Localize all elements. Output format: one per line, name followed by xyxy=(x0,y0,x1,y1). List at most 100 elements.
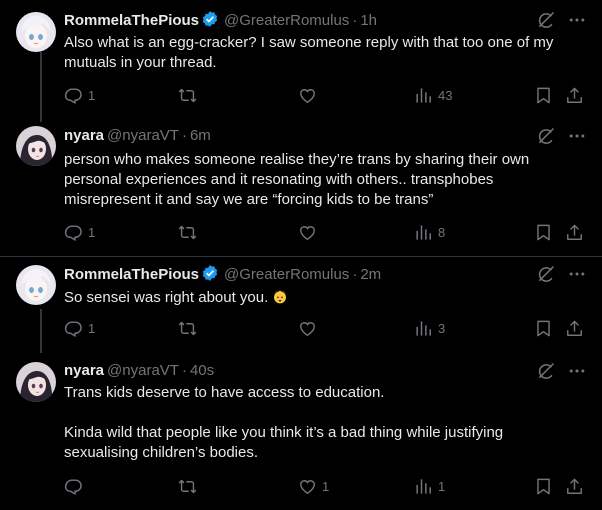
tweet-text: Trans kids deserve to have access to edu… xyxy=(64,384,504,461)
avatar[interactable] xyxy=(16,126,56,166)
bookmark-button[interactable] xyxy=(534,476,553,496)
share-button[interactable] xyxy=(565,222,584,242)
reply-count: 1 xyxy=(88,224,96,240)
bookmark-button[interactable] xyxy=(534,318,553,338)
display-name[interactable]: nyara xyxy=(64,362,104,379)
more-options-icon[interactable] xyxy=(567,264,587,284)
like-button[interactable] xyxy=(298,318,317,338)
reply-count: 1 xyxy=(88,87,96,103)
bookmark-button[interactable] xyxy=(534,222,553,242)
retweet-button[interactable] xyxy=(178,476,197,496)
dark-haired-anime-avatar-icon xyxy=(16,126,56,166)
share-icon xyxy=(565,223,584,242)
avatar[interactable] xyxy=(16,265,56,305)
reply-icon xyxy=(64,86,83,105)
user-handle[interactable]: @GreaterRomulus xyxy=(224,12,349,29)
share-button[interactable] xyxy=(565,318,584,338)
like-button[interactable]: 1 xyxy=(298,476,329,496)
timestamp[interactable]: 40s xyxy=(190,362,214,379)
share-button[interactable] xyxy=(565,476,584,496)
reply-icon xyxy=(64,223,83,242)
tweet[interactable]: nyara @nyaraVT · 40s Trans kids deserve to … xyxy=(0,350,602,510)
timestamp[interactable]: 6m xyxy=(190,127,211,144)
reply-button[interactable]: 1 xyxy=(64,318,95,338)
views-count: 8 xyxy=(438,224,446,240)
like-button[interactable] xyxy=(298,222,317,242)
views-bar-chart-icon xyxy=(414,86,433,105)
display-name[interactable]: RommelaThePious xyxy=(64,12,199,29)
views-bar-chart-icon xyxy=(414,319,433,338)
reply-button[interactable] xyxy=(64,476,88,496)
retweet-button[interactable] xyxy=(178,318,197,338)
bookmark-icon xyxy=(534,319,553,338)
grok-icon[interactable] xyxy=(536,361,556,381)
reply-button[interactable]: 1 xyxy=(64,222,95,242)
display-name[interactable]: nyara xyxy=(64,127,104,144)
thread-timeline: RommelaThePious @GreaterRomulus · 1h Also w… xyxy=(0,0,602,510)
avatar[interactable] xyxy=(16,12,56,52)
tweet-text: So sensei was right about you. xyxy=(64,288,584,308)
views-count: 3 xyxy=(438,320,446,336)
share-icon xyxy=(565,319,584,338)
separator-dot: · xyxy=(352,266,358,283)
like-heart-icon xyxy=(298,477,317,496)
retweet-icon xyxy=(178,319,197,338)
display-name[interactable]: RommelaThePious xyxy=(64,266,199,283)
user-handle[interactable]: @nyaraVT xyxy=(107,362,179,379)
tweet-text: Also what is an egg-cracker? I saw someo… xyxy=(64,34,558,71)
tweet[interactable]: nyara @nyaraVT · 6m person who makes someon… xyxy=(0,122,602,258)
like-count: 1 xyxy=(322,478,330,494)
tweet-text: person who makes someone realise they’re… xyxy=(64,151,534,208)
timestamp[interactable]: 1h xyxy=(360,12,377,29)
avatar[interactable] xyxy=(16,362,56,402)
tweet-header: RommelaThePious @GreaterRomulus · 2m xyxy=(64,264,381,284)
views-count: 1 xyxy=(438,478,446,494)
bookmark-button[interactable] xyxy=(534,85,553,105)
reply-icon xyxy=(64,319,83,338)
more-options-icon[interactable] xyxy=(567,10,587,30)
reply-icon xyxy=(64,477,83,496)
tweet-text-content: So sensei was right about you. xyxy=(64,289,269,306)
grok-icon[interactable] xyxy=(536,10,556,30)
views-button[interactable]: 43 xyxy=(414,85,452,105)
timestamp[interactable]: 2m xyxy=(360,266,381,283)
tweet-header: nyara @nyaraVT · 40s xyxy=(64,361,214,381)
white-haired-anime-avatar-icon xyxy=(16,12,56,52)
views-button[interactable]: 3 xyxy=(414,318,445,338)
retweet-icon xyxy=(178,477,197,496)
verified-badge-icon[interactable] xyxy=(201,264,219,282)
separator-dot: · xyxy=(181,127,187,144)
views-bar-chart-icon xyxy=(414,223,433,242)
tweet-header: nyara @nyaraVT · 6m xyxy=(64,126,211,146)
grok-icon[interactable] xyxy=(536,264,556,284)
like-button[interactable] xyxy=(298,85,317,105)
tweet[interactable]: RommelaThePious @GreaterRomulus · 1h Also w… xyxy=(0,0,602,122)
retweet-button[interactable] xyxy=(178,222,197,242)
tweet-header: RommelaThePious @GreaterRomulus · 1h xyxy=(64,10,377,30)
more-options-icon[interactable] xyxy=(567,361,587,381)
verified-badge-icon[interactable] xyxy=(201,10,219,28)
bookmark-icon xyxy=(534,86,553,105)
views-button[interactable]: 8 xyxy=(414,222,445,242)
dark-haired-anime-avatar-icon xyxy=(16,362,56,402)
action-bar: 1 8 xyxy=(0,222,602,242)
share-button[interactable] xyxy=(565,85,584,105)
share-icon xyxy=(565,477,584,496)
tweet[interactable]: RommelaThePious @GreaterRomulus · 2m So sen… xyxy=(0,257,602,353)
grok-icon[interactable] xyxy=(536,126,556,146)
separator-dot: · xyxy=(352,12,358,29)
user-handle[interactable]: @nyaraVT xyxy=(107,127,179,144)
views-count: 43 xyxy=(438,87,453,103)
more-options-icon[interactable] xyxy=(567,126,587,146)
retweet-icon xyxy=(178,223,197,242)
bookmark-icon xyxy=(534,223,553,242)
reply-button[interactable]: 1 xyxy=(64,85,95,105)
retweet-icon xyxy=(178,86,197,105)
share-icon xyxy=(565,86,584,105)
bookmark-icon xyxy=(534,477,553,496)
views-button[interactable]: 1 xyxy=(414,476,445,496)
user-handle[interactable]: @GreaterRomulus xyxy=(224,266,349,283)
like-heart-icon xyxy=(298,319,317,338)
white-haired-anime-avatar-icon xyxy=(16,265,56,305)
retweet-button[interactable] xyxy=(178,85,197,105)
